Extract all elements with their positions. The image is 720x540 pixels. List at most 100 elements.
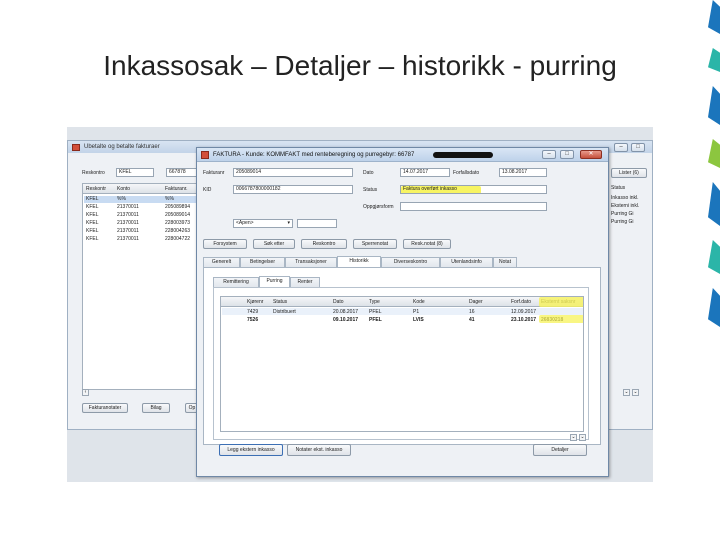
stripe-segment xyxy=(708,48,720,72)
tab-notat[interactable]: Notat xyxy=(493,257,517,267)
reskontro-button[interactable]: Reskontro xyxy=(301,239,347,249)
column-header[interactable]: Kode xyxy=(413,299,425,305)
search-button[interactable]: Søk etter xyxy=(253,239,295,249)
column-header[interactable]: Dato xyxy=(333,299,344,305)
table-cell[interactable]: 21370011 xyxy=(117,212,139,218)
forsystem-button[interactable]: Forsystem xyxy=(203,239,247,249)
table-cell[interactable]: KFEL xyxy=(86,228,99,234)
reskontro-select[interactable]: KFEL xyxy=(116,168,154,177)
column-header[interactable]: Status xyxy=(273,299,287,305)
tab-betingelser[interactable]: Betingelser xyxy=(240,257,285,267)
table-cell[interactable]: 7429 xyxy=(247,309,258,315)
due-date-field[interactable]: 13.08.2017 xyxy=(499,168,547,177)
open-status-value: <Åpen> xyxy=(236,220,254,226)
minimize-button[interactable]: – xyxy=(542,150,556,159)
table-cell[interactable]: 228004263 xyxy=(165,228,190,234)
invoice-grid-header: Reskontr Konto Fakturanr. xyxy=(83,184,197,194)
app-icon xyxy=(201,151,209,159)
scroll-left-button[interactable]: ‹ xyxy=(82,389,89,396)
column-header[interactable]: Dager xyxy=(469,299,483,305)
status-column-header: Status xyxy=(611,185,626,191)
scroll-end-button[interactable]: ⌄ xyxy=(579,434,586,441)
subtab-renter[interactable]: Renter xyxy=(290,277,320,287)
date-field[interactable]: 14.07.2017 xyxy=(400,168,450,177)
table-cell[interactable]: 21370011 xyxy=(117,236,139,242)
stripe-segment xyxy=(708,0,720,34)
scroll-down-button[interactable]: ⌄ xyxy=(570,434,577,441)
table-cell[interactable]: 41 xyxy=(469,317,475,323)
invoice-notes-button[interactable]: Fakturanotater xyxy=(82,403,128,413)
subtab-purring[interactable]: Purring xyxy=(259,276,290,287)
external-collection-notes-button[interactable]: Notater ekst. inkasso xyxy=(287,444,351,456)
tab-utenlandsinfo[interactable]: Utenlandsinfo xyxy=(440,257,493,267)
table-cell[interactable]: 20.08.2017 xyxy=(333,309,358,315)
tab-transaksjoner[interactable]: Transaksjoner xyxy=(285,257,337,267)
column-header[interactable]: Konto xyxy=(117,186,130,192)
stripe-segment xyxy=(708,139,720,168)
column-header[interactable]: Kjørenr xyxy=(247,299,263,305)
table-cell[interactable]: KFEL xyxy=(86,204,99,210)
purring-table-panel: KjørenrStatusDatoTypeKodeDagerForf.datoE… xyxy=(213,287,589,440)
table-cell[interactable]: 16 xyxy=(469,309,475,315)
table-cell[interactable]: 21370011 xyxy=(117,204,139,210)
column-header[interactable]: Forf.dato xyxy=(511,299,531,305)
tab-historikk[interactable]: Historikk xyxy=(337,256,381,267)
kid-field[interactable]: 0066787800000182 xyxy=(233,185,353,194)
table-cell[interactable]: 21370011 xyxy=(117,228,139,234)
tab-diverseskontro[interactable]: Diverseskontro xyxy=(381,257,440,267)
value-highlight xyxy=(539,315,583,323)
add-external-collection-button[interactable]: Legg ekstern inkasso xyxy=(219,444,283,456)
table-cell[interactable]: PFEL xyxy=(369,317,382,323)
table-cell[interactable]: KFEL xyxy=(86,220,99,226)
decorative-stripe xyxy=(708,0,720,380)
open-status-select[interactable]: <Åpen> ▾ xyxy=(233,219,293,228)
table-cell[interactable]: 09.10.2017 xyxy=(333,317,358,323)
resk-note-button[interactable]: Resk.notat (8) xyxy=(403,239,451,249)
back-minimize-button[interactable]: – xyxy=(614,143,628,152)
close-button[interactable]: ✕ xyxy=(580,150,602,159)
subtab-remittering[interactable]: Remittering xyxy=(213,277,259,287)
table-cell[interactable]: 205089894 xyxy=(165,204,190,210)
table-cell[interactable]: 21370011 xyxy=(117,220,139,226)
column-header[interactable]: Fakturanr. xyxy=(165,186,188,192)
table-cell[interactable]: 228003973 xyxy=(165,220,190,226)
status-cell: Inkasso inkl. xyxy=(611,195,639,201)
status-field[interactable]: Faktura overført inkasso xyxy=(400,185,547,194)
column-header[interactable]: Type xyxy=(369,299,380,305)
table-cell[interactable]: 205089014 xyxy=(165,212,190,218)
table-cell[interactable]: KFEL xyxy=(86,212,99,218)
table-cell[interactable]: LVIS xyxy=(413,317,424,323)
status-cell: Purring Gi xyxy=(611,211,634,217)
table-cell[interactable]: 23.10.2017 xyxy=(511,317,536,323)
maximize-button[interactable]: □ xyxy=(560,150,574,159)
extra-field[interactable] xyxy=(297,219,337,228)
status-value: Faktura overført inkasso xyxy=(403,186,457,192)
purring-grid[interactable]: KjørenrStatusDatoTypeKodeDagerForf.datoE… xyxy=(220,296,584,432)
lister-button[interactable]: Lister (6) xyxy=(611,168,647,178)
table-cell[interactable]: P1 xyxy=(413,309,419,315)
table-cell[interactable]: 7526 xyxy=(247,317,258,323)
stripe-segment xyxy=(708,240,720,274)
scroll-end-button[interactable]: ⌄ xyxy=(632,389,639,396)
settlement-field[interactable] xyxy=(400,202,547,211)
block-note-button[interactable]: Sperrenotat xyxy=(353,239,397,249)
table-cell[interactable]: Distribuert xyxy=(273,309,296,315)
table-cell[interactable]: 228004722 xyxy=(165,236,190,242)
back-maximize-button[interactable]: □ xyxy=(631,143,645,152)
column-header[interactable]: Reskontr xyxy=(86,186,106,192)
table-cell[interactable]: PFEL xyxy=(369,309,382,315)
redaction-bar xyxy=(433,152,493,158)
table-cell[interactable]: 12.09.2017 xyxy=(511,309,536,315)
filter-cell[interactable]: KFEL xyxy=(86,196,99,202)
details-button[interactable]: Detaljer xyxy=(533,444,587,456)
tab-generelt[interactable]: Generelt xyxy=(203,257,240,267)
filter-cell[interactable]: %% xyxy=(165,196,174,202)
table-cell[interactable]: KFEL xyxy=(86,236,99,242)
scroll-down-button[interactable]: ⌄ xyxy=(623,389,630,396)
filter-cell[interactable]: %% xyxy=(117,196,126,202)
customer-number-field[interactable]: 667878 xyxy=(166,168,198,177)
due-date-label: Forfallsdato xyxy=(453,170,480,176)
invoice-grid[interactable]: Reskontr Konto Fakturanr. KFEL %% %% KFE… xyxy=(82,183,198,390)
voucher-button[interactable]: Bilag xyxy=(142,403,170,413)
invoice-number-field[interactable]: 205089014 xyxy=(233,168,353,177)
